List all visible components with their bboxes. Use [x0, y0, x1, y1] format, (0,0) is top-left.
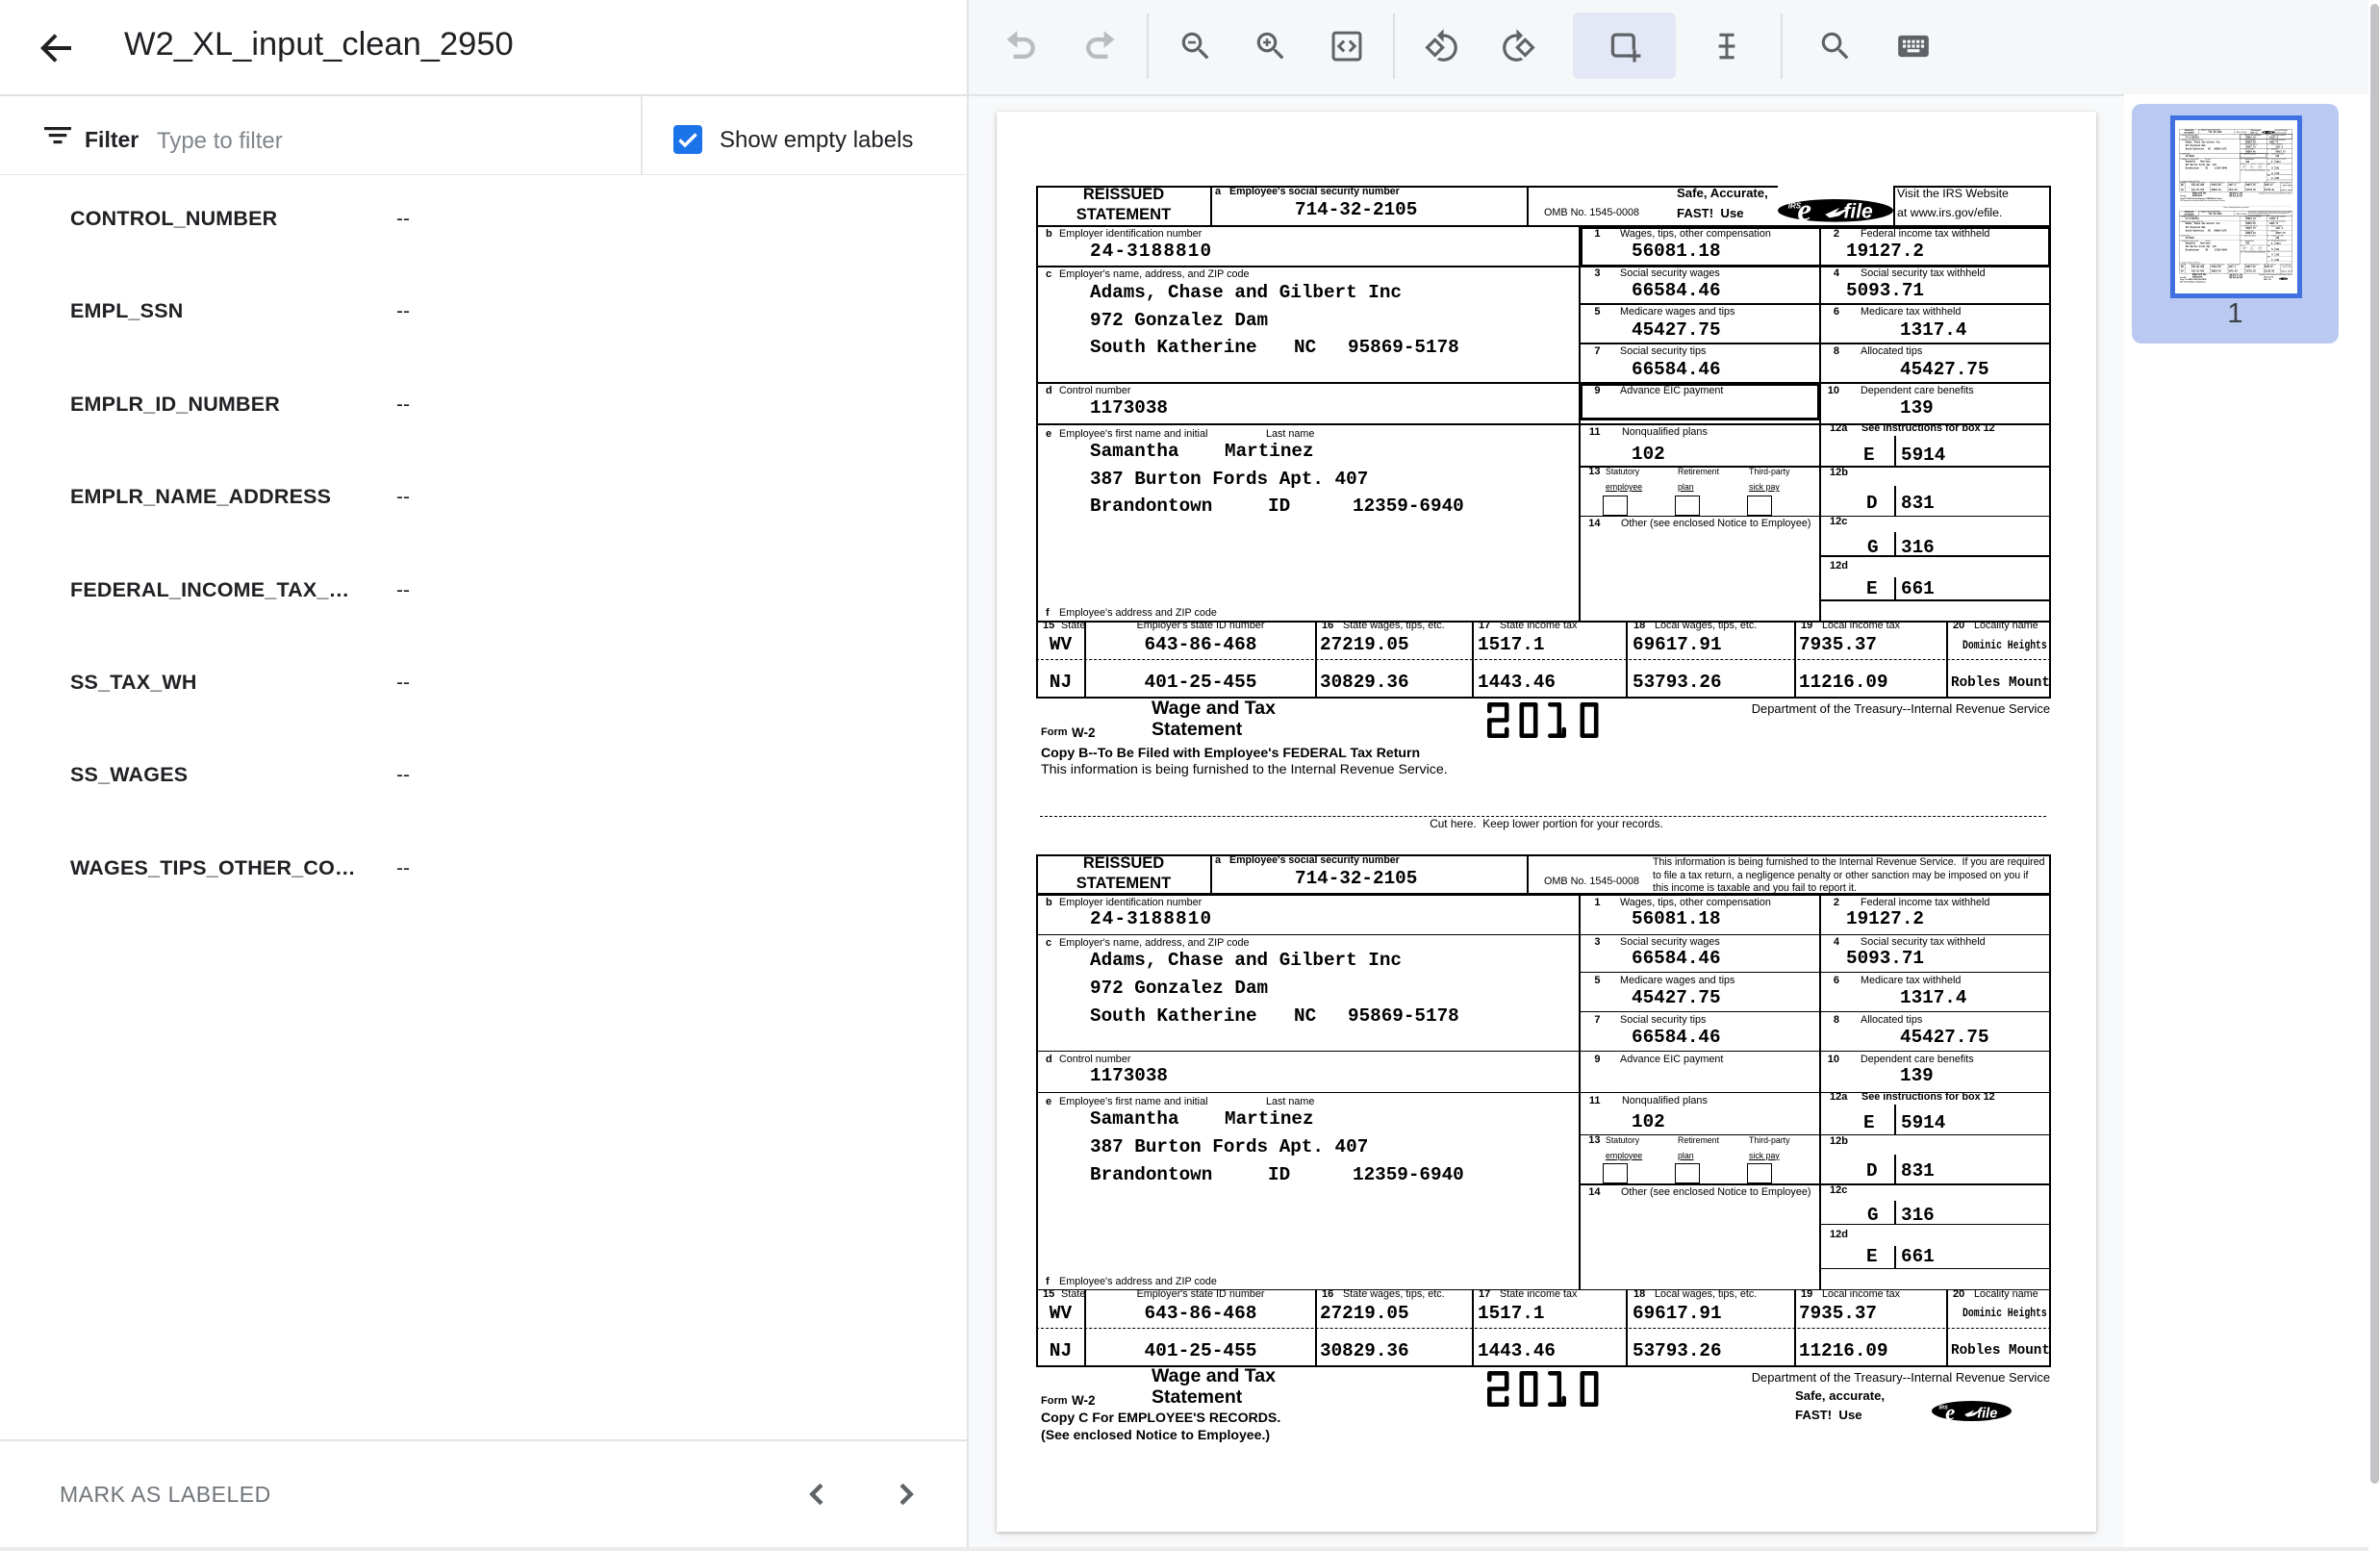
svg-text:file: file — [2284, 279, 2286, 281]
svg-text:file: file — [1843, 201, 1873, 223]
svg-text:e: e — [1797, 193, 1811, 228]
svg-text:e: e — [1945, 1400, 1955, 1424]
svg-text:file: file — [1977, 1406, 1997, 1421]
